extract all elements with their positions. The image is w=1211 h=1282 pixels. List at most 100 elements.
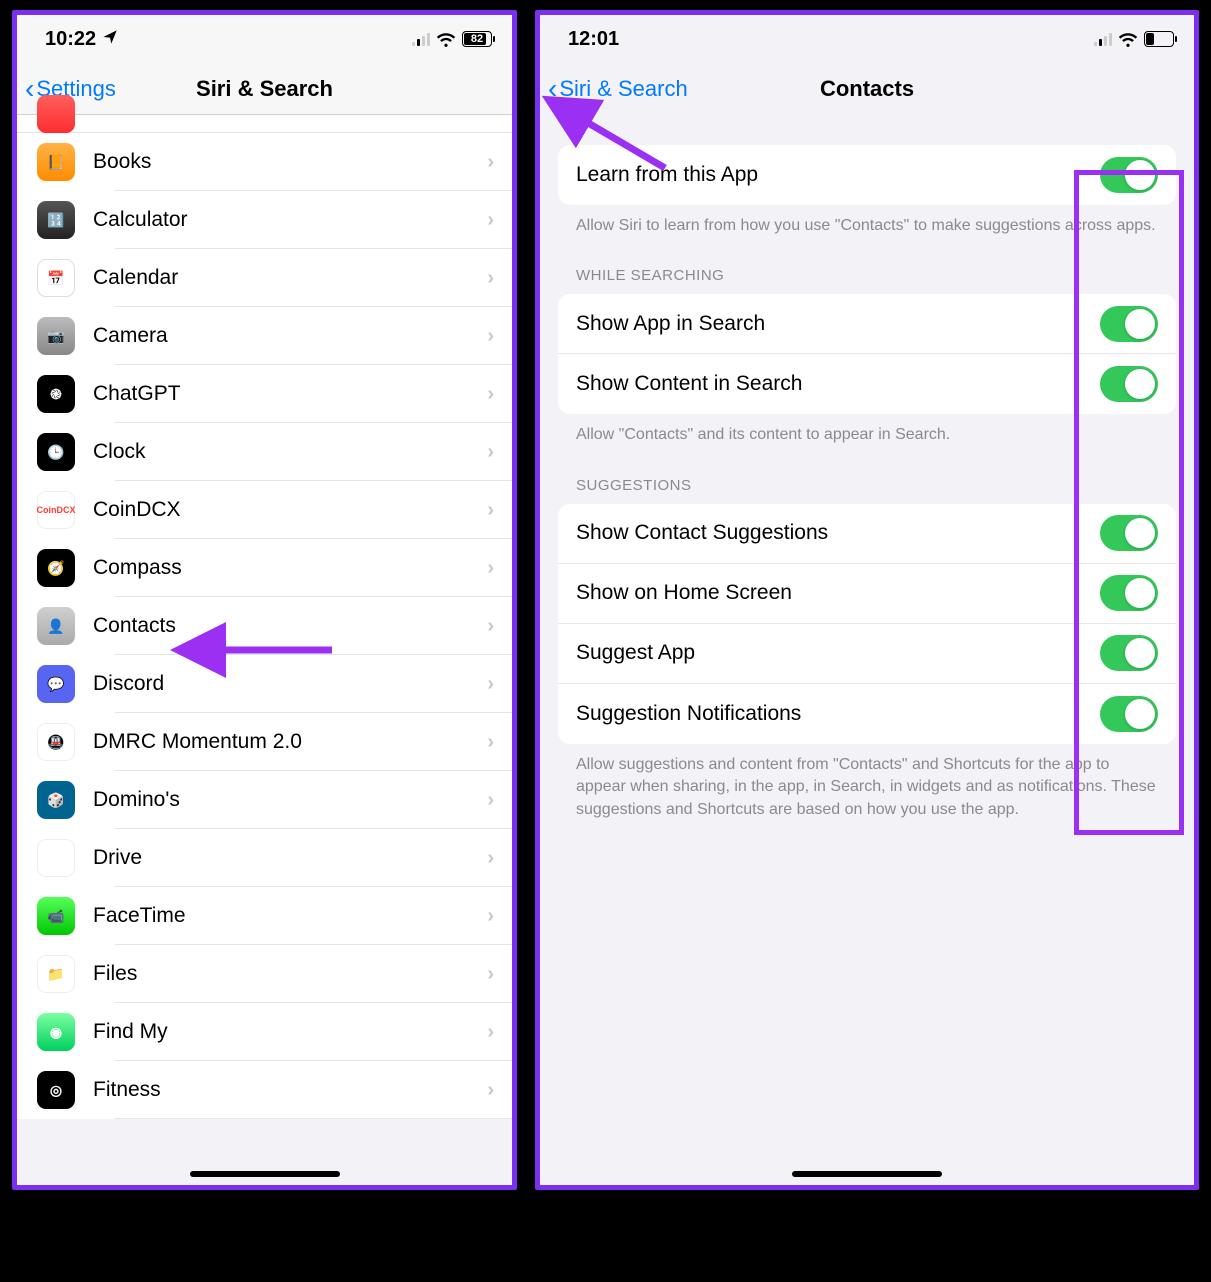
- app-label: FaceTime: [93, 904, 487, 928]
- app-row-books[interactable]: 📙 Books›: [17, 133, 512, 191]
- app-label: Domino's: [93, 788, 487, 812]
- app-label: Books: [93, 150, 487, 174]
- partial-row: [17, 115, 512, 133]
- chevron-right-icon: ›: [487, 1021, 494, 1044]
- app-icon: ◎: [37, 1071, 75, 1109]
- app-row-discord[interactable]: 💬 Discord›: [17, 655, 512, 713]
- app-row-domino-s[interactable]: 🎲 Domino's›: [17, 771, 512, 829]
- chevron-right-icon: ›: [487, 1079, 494, 1102]
- chevron-left-icon: ‹: [548, 75, 557, 103]
- toggle-label: Show Content in Search: [576, 372, 1100, 396]
- app-label: Clock: [93, 440, 487, 464]
- chevron-right-icon: ›: [487, 325, 494, 348]
- nav-header: ‹ Siri & Search Contacts: [540, 63, 1194, 115]
- app-icon: 🔢: [37, 201, 75, 239]
- chevron-right-icon: ›: [487, 557, 494, 580]
- chevron-left-icon: ‹: [25, 75, 34, 103]
- app-icon: ◉: [37, 1013, 75, 1051]
- app-row-fitness[interactable]: ◎ Fitness›: [17, 1061, 512, 1119]
- wifi-icon: [1118, 32, 1138, 47]
- app-label: Find My: [93, 1020, 487, 1044]
- app-icon: CoinDCX: [37, 491, 75, 529]
- app-row-camera[interactable]: 📷 Camera›: [17, 307, 512, 365]
- app-icon: 👤: [37, 607, 75, 645]
- right-screenshot: 12:01 ‹ Siri & Search Contacts Learn fro…: [535, 10, 1199, 1190]
- app-icon: 📙: [37, 143, 75, 181]
- app-icon: 💬: [37, 665, 75, 703]
- app-row-dmrc-momentum-2-0[interactable]: 🚇 DMRC Momentum 2.0›: [17, 713, 512, 771]
- app-icon: 📹: [37, 897, 75, 935]
- app-label: CoinDCX: [93, 498, 487, 522]
- app-icon: 📅: [37, 259, 75, 297]
- app-label: Contacts: [93, 614, 487, 638]
- chevron-right-icon: ›: [487, 963, 494, 986]
- app-label: Files: [93, 962, 487, 986]
- annotation-highlight-toggles: [1074, 170, 1184, 835]
- app-icon: 📷: [37, 317, 75, 355]
- app-label: Calculator: [93, 208, 487, 232]
- app-label: Fitness: [93, 1078, 487, 1102]
- app-icon: 🕒: [37, 433, 75, 471]
- status-bar: 10:22 82: [17, 15, 512, 63]
- wifi-icon: [436, 32, 456, 47]
- app-row-compass[interactable]: 🧭 Compass›: [17, 539, 512, 597]
- app-row-files[interactable]: 📁 Files›: [17, 945, 512, 1003]
- status-time: 10:22: [45, 28, 118, 51]
- battery-icon: 82: [462, 31, 492, 47]
- chevron-right-icon: ›: [487, 441, 494, 464]
- toggle-label: Suggestion Notifications: [576, 702, 1100, 726]
- chevron-right-icon: ›: [487, 847, 494, 870]
- app-label: Discord: [93, 672, 487, 696]
- chevron-right-icon: ›: [487, 673, 494, 696]
- app-label: Calendar: [93, 266, 487, 290]
- toggle-label: Suggest App: [576, 641, 1100, 665]
- app-row-calendar[interactable]: 📅 Calendar›: [17, 249, 512, 307]
- app-row-drive[interactable]: ▲ Drive›: [17, 829, 512, 887]
- app-row-coindcx[interactable]: CoinDCXCoinDCX›: [17, 481, 512, 539]
- home-indicator: [190, 1171, 340, 1177]
- app-label: Drive: [93, 846, 487, 870]
- chevron-right-icon: ›: [487, 615, 494, 638]
- back-button[interactable]: ‹ Siri & Search: [548, 75, 688, 103]
- status-indicators: 82: [412, 31, 492, 47]
- toggle-label: Learn from this App: [576, 163, 1100, 187]
- cellular-icon: [1094, 32, 1112, 46]
- chevron-right-icon: ›: [487, 383, 494, 406]
- chevron-right-icon: ›: [487, 905, 494, 928]
- app-label: Compass: [93, 556, 487, 580]
- left-screenshot: 10:22 82 ‹ Settings Siri & Search 📙 Books…: [12, 10, 517, 1190]
- app-row-contacts[interactable]: 👤 Contacts›: [17, 597, 512, 655]
- toggle-label: Show App in Search: [576, 312, 1100, 336]
- chevron-right-icon: ›: [487, 789, 494, 812]
- app-label: Camera: [93, 324, 487, 348]
- app-icon: 🎲: [37, 781, 75, 819]
- home-indicator: [792, 1171, 942, 1177]
- back-label: Siri & Search: [559, 76, 687, 102]
- app-row-find-my[interactable]: ◉ Find My›: [17, 1003, 512, 1061]
- app-row-clock[interactable]: 🕒 Clock›: [17, 423, 512, 481]
- chevron-right-icon: ›: [487, 499, 494, 522]
- app-label: ChatGPT: [93, 382, 487, 406]
- status-indicators: [1094, 31, 1174, 47]
- chevron-right-icon: ›: [487, 151, 494, 174]
- app-list[interactable]: 📙Books›🔢Calculator›📅Calendar›📷Camera›֎Ch…: [17, 133, 512, 1119]
- battery-icon: [1144, 31, 1174, 47]
- app-icon: 🚇: [37, 723, 75, 761]
- status-bar: 12:01: [540, 15, 1194, 63]
- cellular-icon: [412, 32, 430, 46]
- app-row-chatgpt[interactable]: ֎ ChatGPT›: [17, 365, 512, 423]
- status-time: 12:01: [568, 28, 619, 51]
- app-row-calculator[interactable]: 🔢 Calculator›: [17, 191, 512, 249]
- app-row-facetime[interactable]: 📹 FaceTime›: [17, 887, 512, 945]
- app-icon: 🧭: [37, 549, 75, 587]
- chevron-right-icon: ›: [487, 209, 494, 232]
- app-label: DMRC Momentum 2.0: [93, 730, 487, 754]
- chevron-right-icon: ›: [487, 731, 494, 754]
- chevron-right-icon: ›: [487, 267, 494, 290]
- app-icon: ▲: [37, 839, 75, 877]
- app-icon: ֎: [37, 375, 75, 413]
- toggle-label: Show on Home Screen: [576, 581, 1100, 605]
- nav-header: ‹ Settings Siri & Search: [17, 63, 512, 115]
- app-icon: 📁: [37, 955, 75, 993]
- location-icon: [102, 28, 118, 51]
